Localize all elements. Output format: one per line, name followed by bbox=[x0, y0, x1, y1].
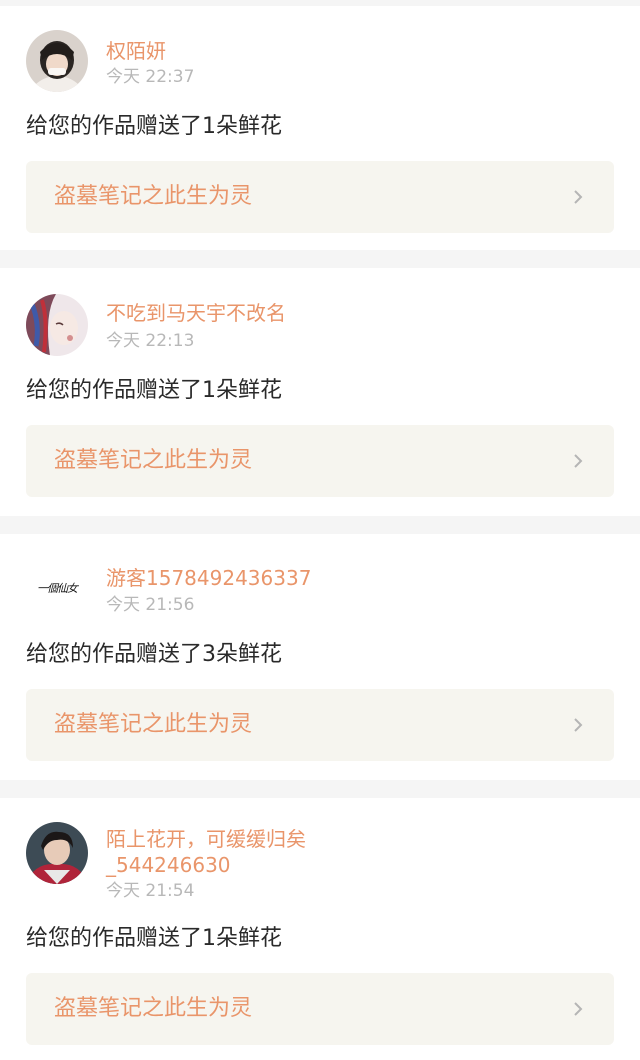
gift-message: 给您的作品赠送了1朵鲜花 bbox=[26, 378, 282, 403]
sender-name-continued[interactable]: _544246630 bbox=[106, 852, 231, 878]
girl-photo-avatar-icon bbox=[26, 30, 88, 92]
sender-name[interactable]: 权陌妍 bbox=[106, 38, 166, 64]
gift-message: 给您的作品赠送了3朵鲜花 bbox=[26, 642, 282, 667]
work-title: 盗墓笔记之此生为灵 bbox=[54, 184, 253, 209]
sender-name[interactable]: 不吃到马天宇不改名 bbox=[106, 300, 286, 326]
notification-feed: 权陌妍 今天 22:37 给您的作品赠送了1朵鲜花 盗墓笔记之此生为灵 不吃到马… bbox=[0, 0, 640, 1060]
gift-message: 给您的作品赠送了1朵鲜花 bbox=[26, 926, 282, 951]
calligraphy-avatar-text: 一個仙女 bbox=[37, 582, 78, 595]
work-link[interactable]: 盗墓笔记之此生为灵 bbox=[26, 689, 614, 761]
work-title: 盗墓笔记之此生为灵 bbox=[54, 712, 253, 737]
user-avatar[interactable] bbox=[26, 30, 88, 92]
timestamp: 今天 21:54 bbox=[106, 881, 195, 901]
work-link[interactable]: 盗墓笔记之此生为灵 bbox=[26, 425, 614, 497]
chevron-right-icon bbox=[574, 190, 583, 204]
sender-name[interactable]: 游客1578492436337 bbox=[106, 565, 311, 591]
timestamp: 今天 22:37 bbox=[106, 67, 195, 87]
notification-card: 一個仙女 游客1578492436337 今天 21:56 给您的作品赠送了3朵… bbox=[0, 534, 640, 780]
work-title: 盗墓笔记之此生为灵 bbox=[54, 996, 253, 1021]
chevron-right-icon bbox=[574, 1002, 583, 1016]
notification-card: 不吃到马天宇不改名 今天 22:13 给您的作品赠送了1朵鲜花 盗墓笔记之此生为… bbox=[0, 268, 640, 516]
painted-portrait-avatar-icon bbox=[26, 294, 88, 356]
chevron-right-icon bbox=[574, 718, 583, 732]
chevron-right-icon bbox=[574, 454, 583, 468]
work-link[interactable]: 盗墓笔记之此生为灵 bbox=[26, 161, 614, 233]
boy-photo-avatar-icon bbox=[26, 822, 88, 884]
work-title: 盗墓笔记之此生为灵 bbox=[54, 448, 253, 473]
timestamp: 今天 21:56 bbox=[106, 595, 195, 615]
user-avatar[interactable] bbox=[26, 294, 88, 356]
gift-message: 给您的作品赠送了1朵鲜花 bbox=[26, 114, 282, 139]
notification-card: 权陌妍 今天 22:37 给您的作品赠送了1朵鲜花 盗墓笔记之此生为灵 bbox=[0, 6, 640, 250]
work-link[interactable]: 盗墓笔记之此生为灵 bbox=[26, 973, 614, 1045]
user-avatar[interactable] bbox=[26, 822, 88, 884]
sender-name[interactable]: 陌上花开，可缓缓归矣 bbox=[106, 826, 306, 852]
user-avatar[interactable]: 一個仙女 bbox=[26, 560, 88, 622]
notification-card: 陌上花开，可缓缓归矣 _544246630 今天 21:54 给您的作品赠送了1… bbox=[0, 798, 640, 1060]
timestamp: 今天 22:13 bbox=[106, 331, 195, 351]
